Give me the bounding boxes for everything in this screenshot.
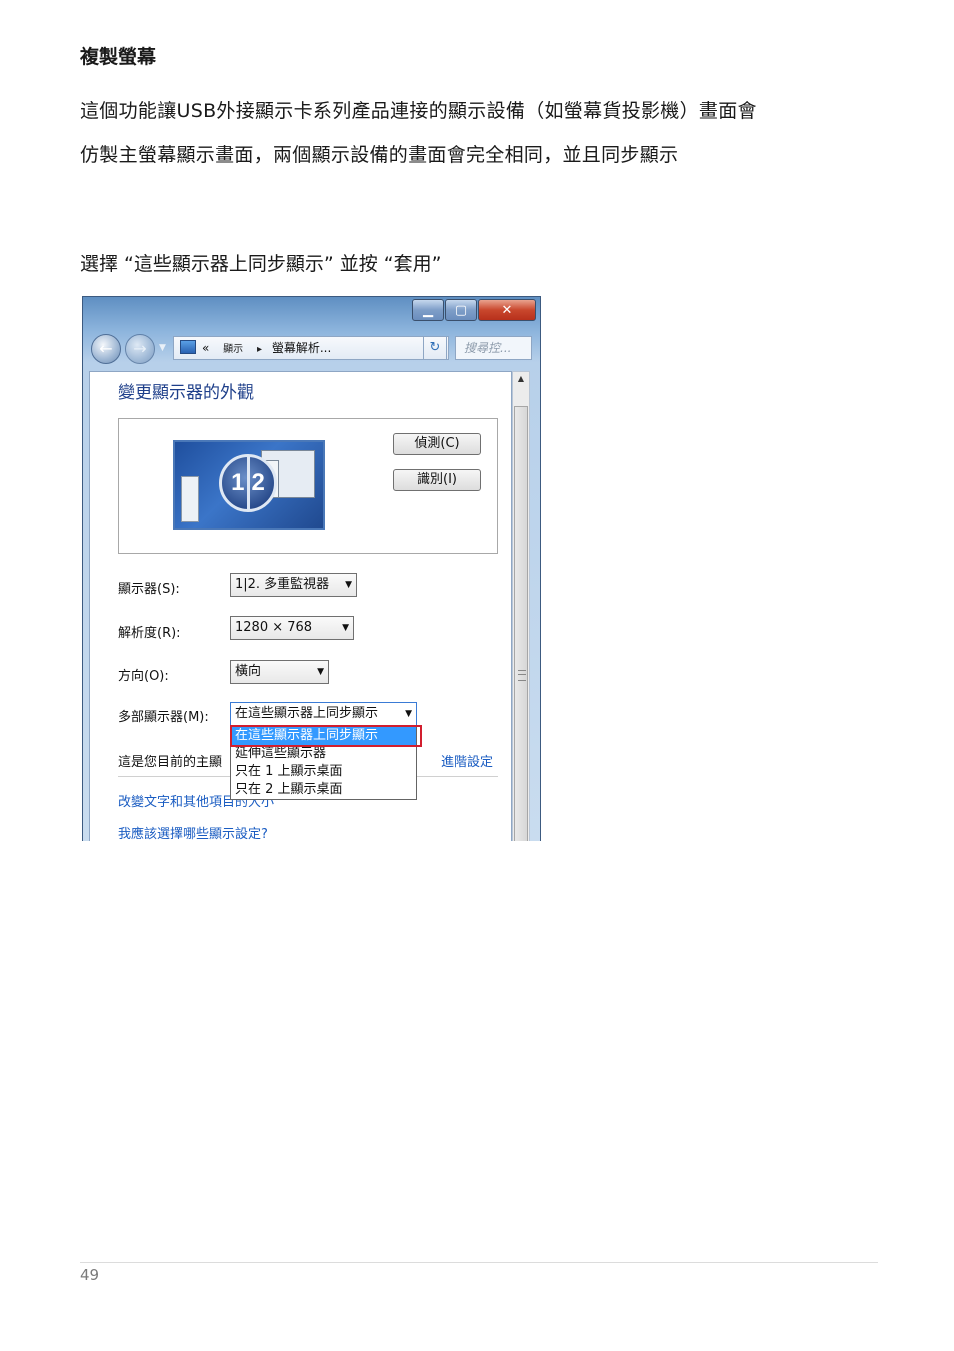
footer-divider xyxy=(80,1262,878,1263)
detect-button[interactable]: 偵測(C) xyxy=(393,433,481,455)
minimize-icon: ▁ xyxy=(423,302,433,318)
recent-pages-dropdown-icon[interactable]: ▼ xyxy=(159,343,166,353)
chevron-down-icon: ▼ xyxy=(345,580,352,590)
description-line-1: 這個功能讓USB外接顯示卡系列產品連接的顯示設備（如螢幕貨投影機）畫面會 xyxy=(80,100,757,122)
search-input[interactable]: 搜尋控... xyxy=(455,336,532,360)
dropdown-option-only-1[interactable]: 只在 1 上顯示桌面 xyxy=(231,763,416,781)
resolution-select[interactable]: 1280 × 768 ▼ xyxy=(230,616,354,640)
address-bar[interactable]: « 顯示 ▸ 螢幕解析... ▼ xyxy=(173,336,449,360)
page-title: 變更顯示器的外觀 xyxy=(118,383,254,403)
orientation-select[interactable]: 橫向 ▼ xyxy=(230,660,329,684)
chevron-down-icon: ▼ xyxy=(317,667,324,677)
screen-resolution-window: ▁ ▢ ✕ ← → ▼ « 顯示 ▸ 螢幕解析... ▼ ↻ 搜尋控... 變更… xyxy=(82,296,541,841)
orientation-label: 方向(O): xyxy=(118,669,169,684)
page-number: 49 xyxy=(80,1266,100,1284)
which-settings-link[interactable]: 我應該選擇哪些顯示設定? xyxy=(118,823,268,841)
instruction-text: 選擇 “這些顯示器上同步顯示” 並按 “套用” xyxy=(80,253,442,275)
dropdown-option-extend[interactable]: 延伸這些顯示器 xyxy=(231,745,416,763)
display-select-value: 1|2. 多重監視器 xyxy=(235,577,330,592)
maximize-icon: ▢ xyxy=(454,302,468,318)
monitor-number-1: 1 xyxy=(231,469,245,496)
multiple-displays-select-value: 在這些顯示器上同步顯示 xyxy=(235,706,379,721)
maximize-button[interactable]: ▢ xyxy=(445,299,477,321)
control-panel-icon xyxy=(180,340,196,354)
refresh-icon: ↻ xyxy=(429,340,441,355)
scroll-up-arrow-icon[interactable]: ▲ xyxy=(513,374,529,383)
back-arrow-icon: ← xyxy=(99,339,113,358)
monitor-preview[interactable]: 12 xyxy=(173,440,325,530)
breadcrumb-overflow[interactable]: « xyxy=(202,341,209,355)
back-button[interactable]: ← xyxy=(91,334,121,364)
forward-arrow-icon: → xyxy=(133,339,147,358)
monitor-number-badge: 12 xyxy=(219,454,277,512)
identify-button[interactable]: 識別(I) xyxy=(393,469,481,491)
minimize-button[interactable]: ▁ xyxy=(412,299,444,321)
close-icon: ✕ xyxy=(501,302,513,318)
multiple-displays-select[interactable]: 在這些顯示器上同步顯示 ▼ xyxy=(230,702,417,726)
highlight-box xyxy=(230,725,422,747)
badge-divider xyxy=(246,457,250,509)
vertical-scrollbar[interactable]: ▲ xyxy=(512,371,530,841)
dropdown-option-only-2[interactable]: 只在 2 上顯示桌面 xyxy=(231,781,416,799)
section-heading: 複製螢幕 xyxy=(80,46,157,68)
chevron-down-icon: ▼ xyxy=(405,709,412,719)
orientation-select-value: 橫向 xyxy=(235,664,262,679)
content-pane: 變更顯示器的外觀 12 偵測(C) 識別(I) 顯示器(S): 1|2. 多重監… xyxy=(89,371,512,841)
description-line-2: 仿製主螢幕顯示畫面，兩個顯示設備的畫面會完全相同，並且同步顯示 xyxy=(80,144,679,166)
breadcrumb-item-resolution[interactable]: 螢幕解析... xyxy=(272,341,331,355)
display-label: 顯示器(S): xyxy=(118,582,180,597)
display-select[interactable]: 1|2. 多重監視器 ▼ xyxy=(230,573,357,597)
grip-icon xyxy=(518,670,526,681)
advanced-settings-link[interactable]: 進階設定 xyxy=(441,751,493,770)
main-display-note: 這是您目前的主顯 xyxy=(118,755,223,770)
monitor-number-2: 2 xyxy=(251,469,265,496)
resolution-select-value: 1280 × 768 xyxy=(235,620,313,635)
multiple-displays-label: 多部顯示器(M): xyxy=(118,710,209,725)
scroll-thumb[interactable] xyxy=(514,406,528,841)
breadcrumb-item-display[interactable]: 顯示 xyxy=(223,344,243,355)
preview-window-left xyxy=(181,476,199,522)
resolution-label: 解析度(R): xyxy=(118,626,181,641)
chevron-down-icon: ▼ xyxy=(342,623,349,633)
display-preview-area: 12 偵測(C) 識別(I) xyxy=(118,418,498,554)
breadcrumb-chevron-icon: ▸ xyxy=(257,344,263,355)
navigation-bar: ← → ▼ « 顯示 ▸ 螢幕解析... ▼ ↻ 搜尋控... xyxy=(89,331,534,365)
window-controls: ▁ ▢ ✕ xyxy=(411,299,536,321)
refresh-button[interactable]: ↻ xyxy=(423,336,447,360)
close-button[interactable]: ✕ xyxy=(478,299,536,321)
forward-button[interactable]: → xyxy=(125,334,155,364)
